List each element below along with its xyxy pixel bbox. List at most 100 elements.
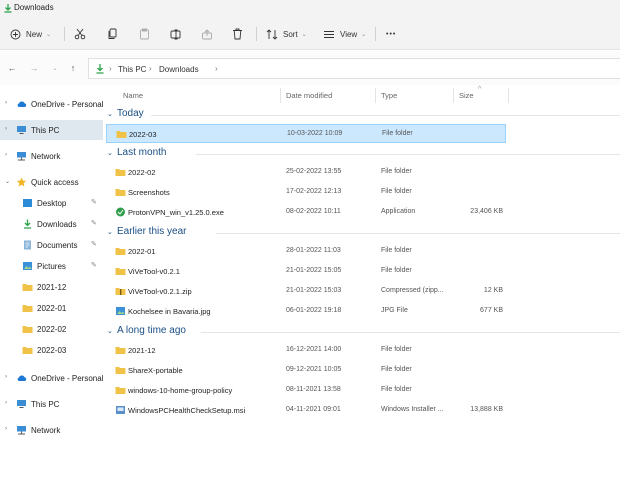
sidebar-item-onedrive-2[interactable]: › OneDrive - Personal (0, 368, 103, 388)
file-type: JPG File (381, 307, 408, 314)
sidebar-item-label: This PC (31, 126, 60, 135)
group-header[interactable]: ⌄ Today (106, 107, 620, 123)
installer-icon (116, 406, 125, 414)
folder-icon (115, 169, 126, 176)
sidebar-item-quick-access[interactable]: ⌄ Quick access (0, 172, 103, 192)
file-name: ProtonVPN_win_v1.25.0.exe (128, 208, 224, 217)
sidebar-item-documents[interactable]: Documents ✎ (0, 235, 103, 255)
sidebar-item-downloads[interactable]: Downloads ✎ (0, 214, 103, 234)
file-row[interactable]: Kochelsee in Bavaria.jpg 06-01-2022 19:18… (106, 302, 506, 321)
forward-button[interactable]: → (28, 62, 40, 74)
column-header-type[interactable]: Type (381, 91, 397, 100)
file-date: 08-11-2021 13:58 (286, 386, 341, 393)
group-divider (196, 154, 620, 155)
column-divider[interactable] (453, 88, 454, 103)
arrow-left-icon: ← (7, 63, 17, 73)
folder-icon (115, 347, 126, 354)
column-divider[interactable] (508, 88, 509, 103)
file-date: 21-01-2022 15:03 (286, 287, 342, 294)
sidebar-item-pictures[interactable]: Pictures ✎ (0, 256, 103, 276)
chevron-right-icon: › (5, 152, 7, 158)
breadcrumb-downloads[interactable]: Downloads (159, 65, 199, 74)
arrow-right-icon: → (29, 63, 39, 73)
rename-icon (170, 29, 181, 39)
file-row[interactable]: ViVeTool-v0.2.1 21-01-2022 15:05 File fold… (106, 262, 506, 281)
download-arrow-icon (4, 4, 12, 13)
file-type: File folder (381, 168, 412, 175)
sidebar-item-desktop[interactable]: Desktop ✎ (0, 193, 103, 213)
breadcrumb-chevron-icon: › (215, 64, 218, 73)
navigation-bar: ← → ⌄ ↑ › This PC › Downloads › (0, 51, 620, 85)
paste-button[interactable] (139, 25, 150, 43)
folder-icon (115, 248, 126, 255)
sidebar-item-2022-01[interactable]: 2022-01 (0, 298, 103, 318)
sidebar-item-this-pc-2[interactable]: › This PC (0, 394, 103, 414)
sidebar-item-2022-03[interactable]: 2022-03 (0, 340, 103, 360)
file-type: File folder (382, 130, 413, 137)
up-button[interactable]: ↑ (67, 62, 79, 74)
file-row[interactable]: 2021-12 16-12-2021 14:00 File folder (106, 341, 506, 360)
new-button[interactable]: New ⌄ (10, 25, 51, 43)
recent-locations-button[interactable]: ⌄ (49, 62, 61, 74)
folder-icon (115, 367, 126, 374)
file-row[interactable]: WindowsPCHealthCheckSetup.msi 04-11-2021 … (106, 401, 506, 420)
file-date: 09-12-2021 10:05 (286, 366, 342, 373)
chevron-right-icon: › (5, 374, 7, 380)
sort-ascending-icon: ^ (478, 86, 482, 93)
file-type: Windows Installer ... (381, 406, 444, 413)
sidebar-item-network-2[interactable]: › Network (0, 420, 103, 440)
view-button[interactable]: View ⌄ (323, 25, 366, 43)
sidebar-item-label: 2021-12 (37, 283, 67, 292)
delete-button[interactable] (232, 25, 243, 43)
view-label: View (340, 29, 358, 39)
file-row[interactable]: ProtonVPN_win_v1.25.0.exe 08-02-2022 10:1… (106, 203, 506, 222)
monitor-icon (17, 400, 26, 408)
group-header[interactable]: ⌄ Earlier this year (106, 225, 620, 241)
file-row[interactable]: 2022-01 28-01-2022 11:03 File folder (106, 242, 506, 261)
column-header-date[interactable]: Date modified (286, 91, 332, 100)
sidebar-item-label: 2022-02 (37, 325, 67, 334)
group-header[interactable]: ⌄ A long time ago (106, 324, 620, 340)
file-row[interactable]: Screenshots 17-02-2022 12:13 File folder (106, 183, 506, 202)
column-divider[interactable] (280, 88, 281, 103)
group-label: Earlier this year (117, 226, 187, 237)
column-header-name[interactable]: Name (123, 91, 143, 100)
scissors-icon (74, 28, 86, 40)
folder-icon (22, 284, 33, 291)
file-row[interactable]: ShareX-portable 09-12-2021 10:05 File fold… (106, 361, 506, 380)
file-type: File folder (381, 346, 412, 353)
sidebar-item-2021-12[interactable]: 2021-12 (0, 277, 103, 297)
cut-button[interactable] (74, 25, 86, 43)
file-name: windows-10-home-group-policy (128, 386, 233, 395)
more-options-button[interactable]: ••• (386, 25, 396, 43)
arrow-up-icon: ↑ (70, 63, 76, 73)
rename-button[interactable] (170, 25, 182, 43)
file-date: 16-12-2021 14:00 (286, 346, 342, 353)
file-row[interactable]: windows-10-home-group-policy 08-11-2021 1… (106, 381, 506, 400)
sidebar-item-network[interactable]: › Network (0, 146, 103, 166)
sidebar-item-2022-02[interactable]: 2022-02 (0, 319, 103, 339)
copy-icon (108, 28, 117, 39)
share-button[interactable] (201, 25, 213, 43)
sidebar-item-this-pc[interactable]: › This PC (0, 120, 103, 140)
download-arrow-icon (24, 219, 31, 229)
column-header-size[interactable]: Size (459, 91, 474, 100)
file-row[interactable]: 2022-02 25-02-2022 13:55 File folder (106, 163, 506, 182)
sort-button[interactable]: Sort ⌄ (266, 25, 307, 43)
breadcrumb-this-pc[interactable]: This PC (118, 65, 146, 74)
file-date: 04-11-2021 09:01 (286, 406, 341, 413)
column-divider[interactable] (375, 88, 376, 103)
folder-icon (116, 131, 127, 138)
copy-button[interactable] (107, 25, 118, 43)
folder-icon (115, 387, 126, 394)
sidebar-item-onedrive[interactable]: › OneDrive - Personal (0, 94, 103, 114)
back-button[interactable]: ← (6, 62, 18, 74)
file-name: WindowsPCHealthCheckSetup.msi (128, 406, 246, 415)
group-header[interactable]: ⌄ Last month (106, 146, 620, 162)
file-row[interactable]: ViVeTool-v0.2.1.zip 21-01-2022 15:03 Compr… (106, 282, 506, 301)
file-date: 06-01-2022 19:18 (286, 307, 342, 314)
file-row[interactable]: 2022-03 10-03-2022 10:09 File folder (106, 124, 506, 143)
address-bar[interactable]: › This PC › Downloads › (88, 58, 620, 79)
file-type: File folder (381, 188, 412, 195)
sidebar-item-label: Desktop (37, 199, 67, 208)
